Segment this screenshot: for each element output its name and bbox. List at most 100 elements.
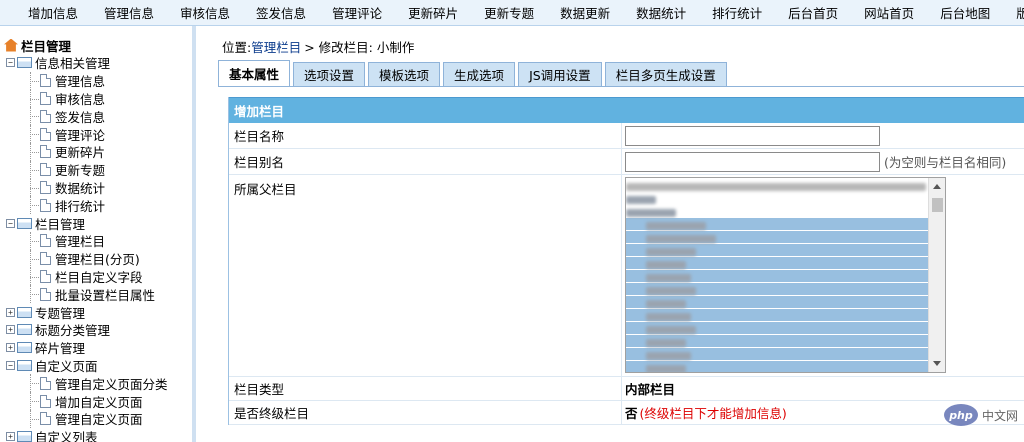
tree-item-label: 栏目自定义字段 bbox=[55, 269, 143, 285]
tree-group-custom-pages[interactable]: − 自定义页面 bbox=[0, 357, 192, 375]
expand-icon[interactable]: + bbox=[6, 325, 15, 335]
tree-group-columns[interactable]: − 栏目管理 bbox=[0, 214, 192, 232]
tree-item[interactable]: 审核信息 bbox=[0, 89, 192, 108]
tree-item[interactable]: 管理栏目 bbox=[0, 231, 192, 250]
column-alias-label: 栏目别名 bbox=[229, 149, 622, 174]
tree-item[interactable]: 管理自定义页面分类 bbox=[0, 374, 192, 393]
nav-review-info[interactable]: 审核信息 bbox=[172, 3, 238, 22]
nav-admin-home[interactable]: 后台首页 bbox=[780, 3, 846, 22]
page-icon bbox=[40, 376, 51, 390]
tree-item[interactable]: 管理信息 bbox=[0, 71, 192, 90]
collapse-icon[interactable]: − bbox=[6, 218, 15, 228]
tree-group-label: 碎片管理 bbox=[35, 341, 86, 357]
tree-item[interactable]: 增加自定义页面 bbox=[0, 392, 192, 410]
page-icon bbox=[40, 269, 51, 283]
column-name-input[interactable] bbox=[625, 125, 880, 146]
nav-admin-map[interactable]: 后台地图 bbox=[932, 3, 998, 22]
tree-item-label: 签发信息 bbox=[55, 109, 106, 125]
home-icon bbox=[4, 38, 18, 52]
nav-update-topics[interactable]: 更新专题 bbox=[476, 3, 542, 22]
tree-item[interactable]: 管理评论 bbox=[0, 125, 192, 143]
main-content: 位置: 管理栏目 > 修改栏目: 小制作 基本属性 选项设置 模板选项 生成选项… bbox=[218, 36, 1024, 442]
folder-icon bbox=[17, 324, 32, 336]
tab-options[interactable]: 选项设置 bbox=[293, 62, 366, 86]
tree-group-label: 标题分类管理 bbox=[35, 323, 111, 339]
folder-icon bbox=[17, 57, 32, 69]
nav-data-stats[interactable]: 数据统计 bbox=[628, 3, 694, 22]
tree-item-label: 排行统计 bbox=[55, 198, 106, 214]
row-column-type: 栏目类型 内部栏目 bbox=[229, 377, 1024, 401]
final-column-hint: (终级栏目下才能增加信息) bbox=[639, 406, 787, 421]
collapse-icon[interactable]: − bbox=[6, 360, 15, 370]
column-alias-input[interactable] bbox=[625, 151, 880, 172]
nav-manage-comments[interactable]: 管理评论 bbox=[324, 3, 390, 22]
parent-column-label: 所属父栏目 bbox=[229, 175, 622, 376]
tree-item-label: 批量设置栏目属性 bbox=[55, 287, 156, 303]
alias-hint: (为空则与栏目名相同) bbox=[884, 155, 1007, 170]
scroll-thumb[interactable] bbox=[932, 198, 943, 212]
nav-update-fragments[interactable]: 更新碎片 bbox=[400, 3, 466, 22]
final-column-label: 是否终级栏目 bbox=[229, 401, 622, 424]
tab-basic-props[interactable]: 基本属性 bbox=[218, 60, 291, 86]
column-name-label: 栏目名称 bbox=[229, 123, 622, 148]
tree-item[interactable]: 批量设置栏目属性 bbox=[0, 285, 192, 304]
nav-version-update[interactable]: 版本更新 bbox=[1008, 3, 1024, 22]
tree-group-label: 信息相关管理 bbox=[35, 56, 111, 72]
page-icon bbox=[40, 163, 51, 177]
row-final-column: 是否终级栏目 否 (终级栏目下才能增加信息) bbox=[229, 401, 1024, 425]
tree-item[interactable]: 更新专题 bbox=[0, 160, 192, 179]
tree-group-info[interactable]: − 信息相关管理 bbox=[0, 54, 192, 72]
page-icon bbox=[40, 74, 51, 88]
collapse-icon[interactable]: − bbox=[6, 58, 15, 68]
breadcrumb-link[interactable]: 管理栏目 bbox=[251, 37, 301, 56]
expand-icon[interactable]: + bbox=[6, 343, 15, 353]
nav-site-home[interactable]: 网站首页 bbox=[856, 3, 922, 22]
nav-manage-info[interactable]: 管理信息 bbox=[96, 3, 162, 22]
tree-group-fragments[interactable]: + 碎片管理 bbox=[0, 339, 192, 357]
tree-item[interactable]: 签发信息 bbox=[0, 107, 192, 126]
page-icon bbox=[40, 145, 51, 159]
scroll-down-icon[interactable] bbox=[933, 361, 941, 366]
tree-item-label: 管理栏目(分页) bbox=[55, 252, 140, 268]
tab-multipage-settings[interactable]: 栏目多页生成设置 bbox=[604, 62, 727, 86]
scroll-up-icon[interactable] bbox=[933, 184, 941, 189]
tree-item-label: 增加自定义页面 bbox=[55, 394, 143, 410]
listbox-scrollbar[interactable] bbox=[928, 178, 945, 372]
top-nav: 增加信息 管理信息 审核信息 签发信息 管理评论 更新碎片 更新专题 数据更新 … bbox=[0, 0, 1024, 26]
page-icon bbox=[40, 109, 51, 123]
tab-js-settings[interactable]: JS调用设置 bbox=[518, 62, 602, 86]
sidebar-tree: 栏目管理 − 信息相关管理 管理信息 审核信息 签发信息 管理评论 更新碎片 更… bbox=[0, 26, 196, 442]
nav-add-info[interactable]: 增加信息 bbox=[20, 3, 86, 22]
page-icon bbox=[40, 180, 51, 194]
column-type-value: 内部栏目 bbox=[625, 382, 676, 397]
tree-item[interactable]: 数据统计 bbox=[0, 178, 192, 197]
tree-group-label: 栏目管理 bbox=[35, 216, 86, 232]
nav-issue-info[interactable]: 签发信息 bbox=[248, 3, 314, 22]
expand-icon[interactable]: + bbox=[6, 307, 15, 317]
nav-data-update[interactable]: 数据更新 bbox=[552, 3, 618, 22]
tree-item[interactable]: 管理栏目(分页) bbox=[0, 249, 192, 268]
parent-column-listbox[interactable] bbox=[625, 177, 946, 373]
tree-item[interactable]: 栏目自定义字段 bbox=[0, 267, 192, 286]
tree-group-custom-lists[interactable]: + 自定义列表 bbox=[0, 428, 192, 442]
tree-item-label: 更新碎片 bbox=[55, 145, 106, 161]
breadcrumb-prefix: 位置: bbox=[222, 39, 252, 55]
tree-item[interactable]: 更新碎片 bbox=[0, 142, 192, 161]
tab-template-options[interactable]: 模板选项 bbox=[368, 62, 441, 86]
expand-icon[interactable]: + bbox=[6, 432, 15, 442]
page-icon bbox=[40, 91, 51, 105]
tree-group-label: 自定义列表 bbox=[35, 430, 98, 442]
tree-item-label: 管理信息 bbox=[55, 74, 106, 90]
tree-group-title-categories[interactable]: + 标题分类管理 bbox=[0, 321, 192, 339]
watermark: php 中文网 bbox=[943, 404, 1018, 426]
tree-item[interactable]: 管理自定义页面 bbox=[0, 409, 192, 428]
tree-group-topics[interactable]: + 专题管理 bbox=[0, 303, 192, 321]
tab-generate-options[interactable]: 生成选项 bbox=[443, 62, 516, 86]
tab-bar: 基本属性 选项设置 模板选项 生成选项 JS调用设置 栏目多页生成设置 bbox=[218, 60, 1024, 87]
tree-item[interactable]: 排行统计 bbox=[0, 196, 192, 215]
folder-icon bbox=[17, 431, 32, 442]
tree-root[interactable]: 栏目管理 bbox=[4, 36, 192, 54]
nav-rank-stats[interactable]: 排行统计 bbox=[704, 3, 770, 22]
row-column-alias: 栏目别名 (为空则与栏目名相同) bbox=[229, 149, 1024, 175]
page-icon bbox=[40, 198, 51, 212]
